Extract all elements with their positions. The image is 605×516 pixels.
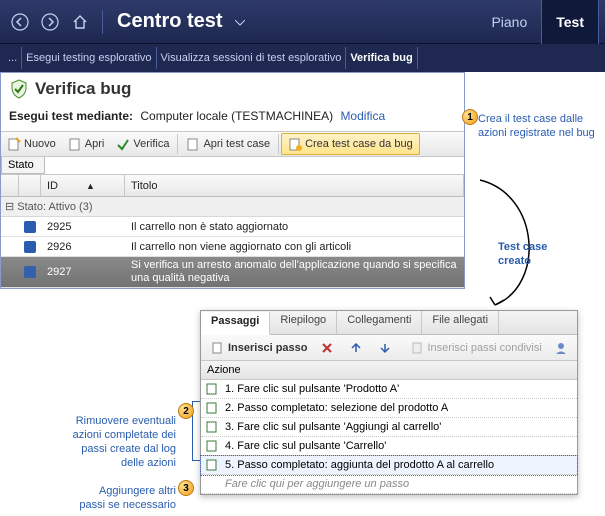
step-icon bbox=[205, 401, 219, 415]
run-value: Computer locale (TESTMACHINEA) bbox=[140, 109, 333, 123]
hub-title[interactable]: Centro test bbox=[117, 10, 223, 33]
delete-step-button[interactable] bbox=[314, 336, 343, 360]
table-row[interactable]: 2925 Il carrello non è stato aggiornato bbox=[1, 217, 464, 237]
verify-icon bbox=[116, 137, 130, 151]
shield-check-icon bbox=[9, 79, 29, 99]
main-toolbar: Nuovo Apri Verifica Apri test case Crea … bbox=[1, 131, 464, 157]
verify-bug-pane: Verifica bug Esegui test mediante: Compu… bbox=[0, 72, 465, 289]
subnav-item-esplorativo[interactable]: Esegui testing esplorativo bbox=[22, 47, 156, 69]
step-row-selected[interactable]: 5. Passo completato: aggiunta del prodot… bbox=[201, 456, 577, 475]
step-row[interactable]: 4. Fare clic sul pulsante 'Carrello' bbox=[201, 437, 577, 456]
step-icon bbox=[205, 382, 219, 396]
insert-step-button[interactable]: Inserisci passo bbox=[205, 336, 314, 360]
arrow-down-icon bbox=[378, 341, 392, 355]
sub-nav: ... Esegui testing esplorativo Visualizz… bbox=[0, 44, 605, 72]
steps-toolbar: Inserisci passo Inserisci passi condivis… bbox=[201, 335, 577, 361]
back-button[interactable] bbox=[6, 8, 34, 36]
insert-step-icon bbox=[211, 341, 225, 355]
run-label: Esegui test mediante: bbox=[9, 109, 133, 123]
grid-header: ID▲ Titolo bbox=[1, 175, 464, 197]
user-icon bbox=[554, 341, 568, 355]
row-title: Si verifica un arresto anomalo dell'appl… bbox=[125, 257, 464, 287]
status-square-icon bbox=[24, 266, 36, 278]
tab-test[interactable]: Test bbox=[541, 0, 599, 44]
stato-cell[interactable]: Stato bbox=[1, 157, 45, 174]
callout-badge-3: 3 bbox=[178, 480, 194, 496]
new-button[interactable]: Nuovo bbox=[1, 132, 62, 156]
callout-3: Aggiungere altri passi se necessario bbox=[72, 484, 176, 512]
col-title[interactable]: Titolo bbox=[125, 175, 464, 196]
col-id[interactable]: ID▲ bbox=[41, 175, 125, 196]
stato-row: Stato bbox=[1, 157, 464, 175]
subnav-item-verifica[interactable]: Verifica bug bbox=[346, 47, 417, 69]
testcase-icon bbox=[186, 137, 200, 151]
delete-icon bbox=[320, 341, 334, 355]
status-square-icon bbox=[24, 241, 36, 253]
create-tc-icon bbox=[288, 137, 302, 151]
tab-piano[interactable]: Piano bbox=[477, 0, 541, 44]
row-id: 2927 bbox=[41, 266, 125, 278]
user-icon-button[interactable] bbox=[548, 336, 577, 360]
step-icon bbox=[205, 458, 219, 472]
arrow-label: Test case creato bbox=[498, 240, 578, 268]
home-button[interactable] bbox=[66, 8, 94, 36]
row-title: Il carrello non è stato aggiornato bbox=[125, 221, 464, 233]
pane-title-row: Verifica bug bbox=[1, 73, 464, 105]
callout-badge-1: 1 bbox=[462, 109, 478, 125]
open-test-case-button[interactable]: Apri test case bbox=[180, 132, 276, 156]
forward-button[interactable] bbox=[36, 8, 64, 36]
tab-collegamenti[interactable]: Collegamenti bbox=[337, 311, 422, 334]
sort-asc-icon: ▲ bbox=[86, 181, 95, 191]
test-case-steps-panel: Passaggi Riepilogo Collegamenti File all… bbox=[200, 310, 578, 495]
callout-2: Rimuovere eventuali azioni completate de… bbox=[58, 414, 176, 470]
group-row-attivo[interactable]: ⊟ Stato: Attivo (3) bbox=[1, 197, 464, 217]
step-icon bbox=[205, 420, 219, 434]
pane-title: Verifica bug bbox=[35, 79, 131, 99]
row-id: 2926 bbox=[41, 241, 125, 253]
table-row[interactable]: 2926 Il carrello non viene aggiornato co… bbox=[1, 237, 464, 257]
subnav-item-sessioni[interactable]: Visualizza sessioni di test esplorativo bbox=[157, 47, 347, 69]
steps-tabs: Passaggi Riepilogo Collegamenti File all… bbox=[201, 311, 577, 335]
callout-badge-2: 2 bbox=[178, 403, 194, 419]
move-up-button[interactable] bbox=[343, 336, 372, 360]
subnav-overflow[interactable]: ... bbox=[4, 52, 21, 64]
create-test-case-from-bug-button[interactable]: Crea test case da bug bbox=[281, 133, 420, 155]
tab-riepilogo[interactable]: Riepilogo bbox=[270, 311, 337, 334]
move-down-button[interactable] bbox=[372, 336, 401, 360]
step-row-placeholder[interactable]: Fare clic qui per aggiungere un passo bbox=[201, 475, 577, 494]
hub-dropdown-icon[interactable] bbox=[235, 15, 245, 29]
row-id: 2925 bbox=[41, 221, 125, 233]
verify-button[interactable]: Verifica bbox=[110, 132, 175, 156]
callout-1: Crea il test case dalle azioni registrat… bbox=[478, 112, 598, 140]
app-header: Centro test Piano Test bbox=[0, 0, 605, 44]
row-title: Il carrello non viene aggiornato con gli… bbox=[125, 241, 464, 253]
tab-allegati[interactable]: File allegati bbox=[422, 311, 499, 334]
tab-passaggi[interactable]: Passaggi bbox=[201, 312, 270, 335]
insert-shared-button: Inserisci passi condivisi bbox=[405, 336, 548, 360]
steps-list: 1. Fare clic sul pulsante 'Prodotto A' 2… bbox=[201, 380, 577, 494]
col-status[interactable] bbox=[19, 175, 41, 196]
new-icon bbox=[7, 137, 21, 151]
run-settings-row: Esegui test mediante: Computer locale (T… bbox=[1, 105, 464, 131]
arrow-up-icon bbox=[349, 341, 363, 355]
steps-col-action: Azione bbox=[201, 361, 577, 380]
shared-step-icon bbox=[411, 341, 425, 355]
step-row[interactable]: 3. Fare clic sul pulsante 'Aggiungi al c… bbox=[201, 418, 577, 437]
open-button[interactable]: Apri bbox=[62, 132, 111, 156]
step-row[interactable]: 2. Passo completato: selezione del prodo… bbox=[201, 399, 577, 418]
table-row-selected[interactable]: 2927 Si verifica un arresto anomalo dell… bbox=[1, 257, 464, 288]
open-icon bbox=[68, 137, 82, 151]
step-icon bbox=[205, 439, 219, 453]
status-square-icon bbox=[24, 221, 36, 233]
col-expand[interactable] bbox=[1, 175, 19, 196]
step-row[interactable]: 1. Fare clic sul pulsante 'Prodotto A' bbox=[201, 380, 577, 399]
modify-link[interactable]: Modifica bbox=[340, 109, 385, 123]
